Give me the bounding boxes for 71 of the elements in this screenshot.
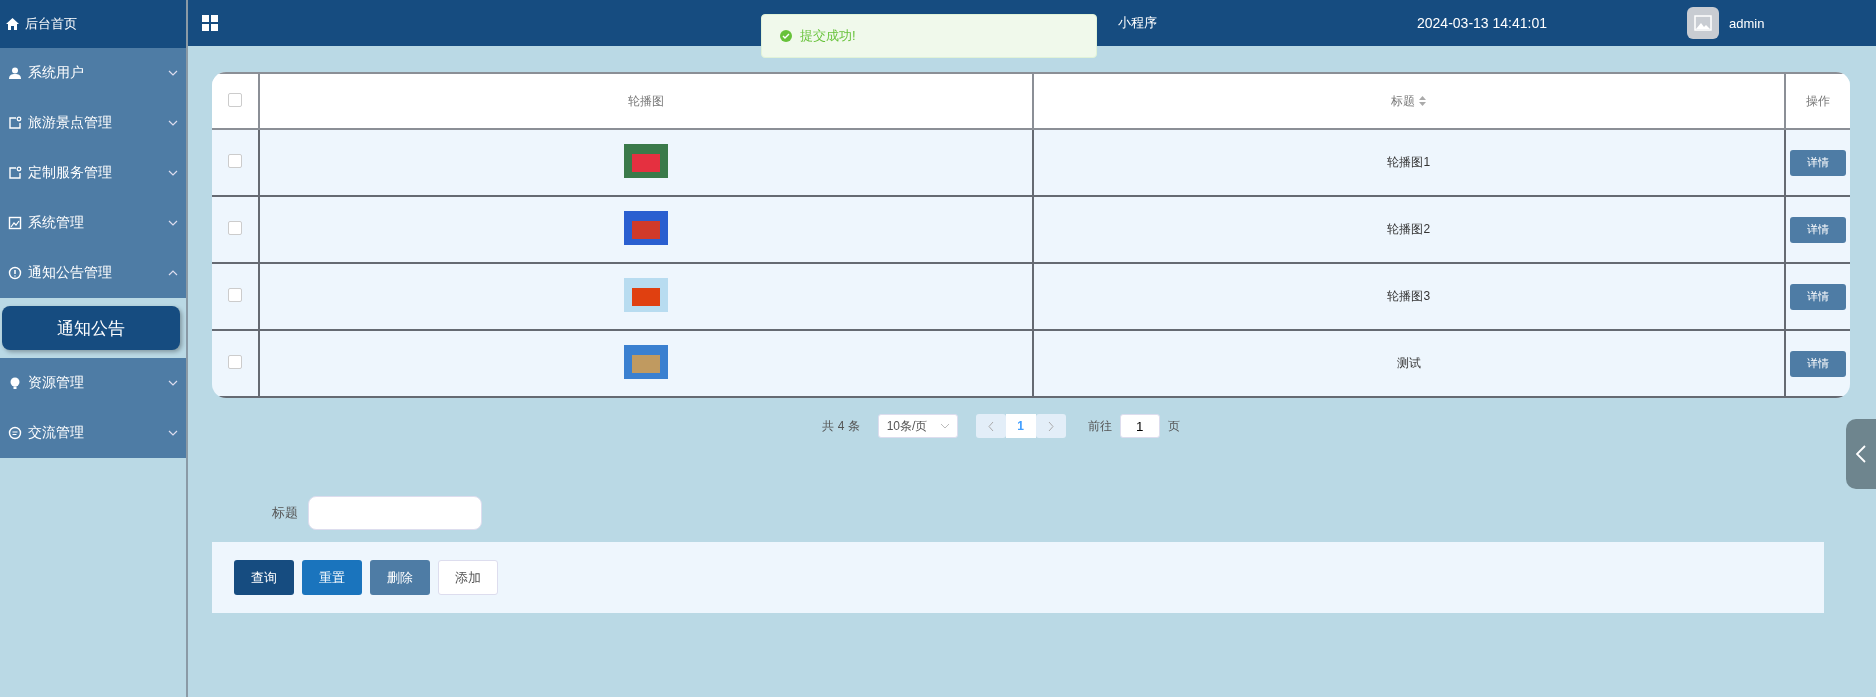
table-cell: 轮播图1: [1032, 129, 1785, 196]
chevron-icon: [168, 220, 178, 226]
chevron-icon: [168, 170, 178, 176]
chevron-left-icon: [987, 421, 994, 431]
page-size-select[interactable]: 10条/页: [877, 414, 958, 438]
details-button[interactable]: 详情: [1790, 216, 1846, 243]
grid-menu-icon[interactable]: [202, 15, 218, 31]
avatar-image-icon[interactable]: [1687, 7, 1719, 39]
chevron-left-icon: [1856, 445, 1866, 463]
chevron-icon: [168, 270, 178, 276]
column-header[interactable]: 标题: [1391, 93, 1416, 108]
app-title: 小程序: [1118, 14, 1157, 32]
menu-icon: [8, 116, 22, 130]
menu-icon: [8, 166, 22, 180]
menu-icon: [8, 216, 22, 230]
sidebar-menu-item[interactable]: 资源管理: [0, 358, 186, 408]
username[interactable]: admin: [1729, 15, 1765, 31]
page-suffix: 页: [1167, 417, 1180, 435]
submenu-item[interactable]: 通知公告: [2, 306, 180, 350]
menu-icon: [8, 376, 22, 390]
photo-placeholder: [623, 144, 668, 178]
action-button[interactable]: 添加: [438, 560, 498, 595]
chevron-icon: [168, 70, 178, 76]
column-header: 操作: [1785, 73, 1850, 129]
chevron-icon: [168, 430, 178, 436]
sidebar-menu-item[interactable]: 系统管理: [0, 198, 186, 248]
check-circle-icon: [780, 30, 792, 42]
action-button[interactable]: 查询: [234, 560, 294, 595]
photo-placeholder: [623, 345, 668, 379]
action-button[interactable]: 重置: [302, 560, 362, 595]
menu-icon: [8, 266, 22, 280]
title-input-field[interactable]: [308, 496, 482, 530]
menu-icon: [8, 426, 22, 440]
row-checkbox[interactable]: [228, 355, 242, 369]
home-menu-item[interactable]: 后台首页: [0, 0, 186, 48]
dropdown-caret-icon: [940, 423, 949, 429]
previous-page-button[interactable]: [975, 414, 1006, 438]
datetime: 2024-03-13 14:41:01: [1417, 15, 1547, 31]
home-icon: [6, 18, 19, 30]
table-cell: 测试: [1032, 330, 1785, 397]
goto-label: 前往: [1087, 417, 1112, 435]
row-checkbox[interactable]: [228, 154, 242, 168]
column-header: 轮播图: [259, 73, 1033, 129]
collapse-tab[interactable]: [1846, 419, 1876, 489]
row-checkbox[interactable]: [228, 221, 242, 235]
sidebar-menu-item[interactable]: 定制服务管理: [0, 148, 186, 198]
page-number[interactable]: 1: [1005, 414, 1036, 438]
photo-placeholder: [623, 278, 668, 312]
total-count: 共 4 条: [822, 417, 860, 435]
table-cell: 轮播图2: [1032, 196, 1785, 263]
chevron-icon: [168, 120, 178, 126]
sidebar-menu-item[interactable]: 交流管理: [0, 408, 186, 458]
action-button[interactable]: 删除: [370, 560, 430, 595]
toast-message: 提交成功!: [800, 27, 856, 45]
field-label: 标题: [272, 504, 298, 522]
sort-icon[interactable]: [1419, 96, 1427, 107]
row-checkbox[interactable]: [228, 288, 242, 302]
details-button[interactable]: 详情: [1790, 283, 1846, 310]
details-button[interactable]: 详情: [1790, 350, 1846, 377]
photo-placeholder: [623, 211, 668, 245]
sidebar-menu-item[interactable]: 通知公告管理: [0, 248, 186, 298]
select-all-checkbox[interactable]: [228, 92, 242, 107]
sidebar-menu-item[interactable]: 系统用户: [0, 48, 186, 98]
details-button[interactable]: 详情: [1790, 149, 1846, 176]
table-cell: 轮播图3: [1032, 263, 1785, 330]
chevron-icon: [168, 380, 178, 386]
next-page-button[interactable]: [1035, 414, 1066, 438]
menu-icon: [8, 66, 22, 80]
goto-page-field[interactable]: 1: [1119, 414, 1160, 438]
sidebar-menu-item[interactable]: 旅游景点管理: [0, 98, 186, 148]
chevron-right-icon: [1047, 421, 1054, 431]
